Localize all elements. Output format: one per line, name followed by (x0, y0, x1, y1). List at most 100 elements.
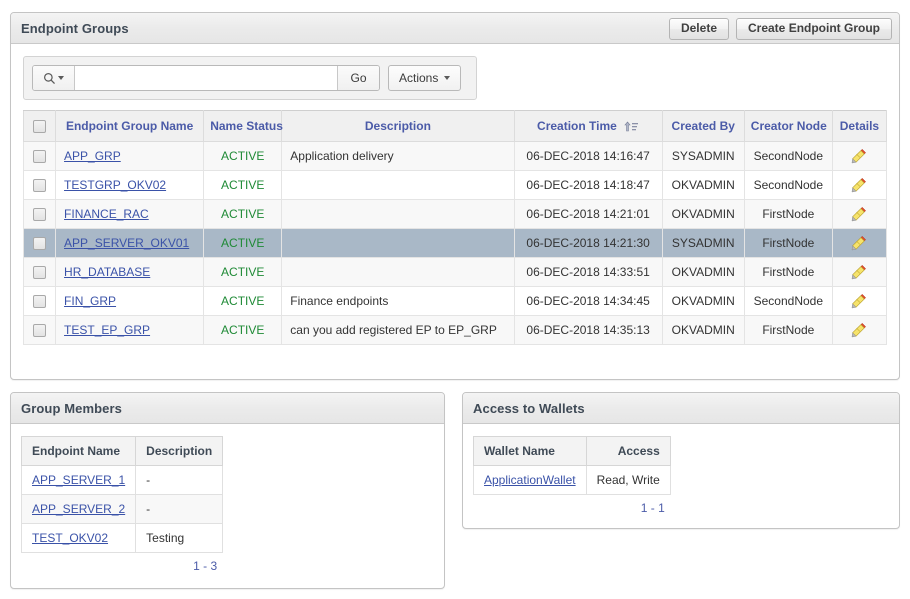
cell-creator-node: SecondNode (744, 171, 832, 200)
table-row[interactable]: APP_SERVER_1- (22, 466, 223, 495)
row-checkbox[interactable] (33, 295, 46, 308)
cell-description (282, 258, 514, 287)
status-badge: ACTIVE (221, 207, 264, 221)
cell-name-status: ACTIVE (204, 316, 282, 345)
pencil-edit-icon[interactable] (851, 293, 867, 309)
endpoint-link[interactable]: APP_SERVER_1 (32, 473, 125, 487)
endpoint-group-link[interactable]: APP_SERVER_OKV01 (64, 236, 189, 250)
search-toolbar: Go Actions (23, 56, 477, 100)
column-header-creator-node[interactable]: Creator Node (744, 111, 832, 142)
search-icon-dropdown[interactable] (33, 66, 75, 90)
endpoint-group-link[interactable]: HR_DATABASE (64, 265, 150, 279)
pencil-edit-icon[interactable] (851, 264, 867, 280)
cell-creation-time: 06-DEC-2018 14:18:47 (514, 171, 662, 200)
pencil-edit-icon[interactable] (851, 322, 867, 338)
endpoint-group-link[interactable]: FINANCE_RAC (64, 207, 149, 221)
row-select-cell (24, 200, 56, 229)
row-checkbox[interactable] (33, 237, 46, 250)
pencil-edit-icon[interactable] (851, 148, 867, 164)
cell-details (832, 171, 886, 200)
access-to-wallets-table: Wallet Name Access ApplicationWalletRead… (473, 436, 671, 495)
table-row[interactable]: TEST_OKV02 Testing (22, 524, 223, 553)
pencil-edit-icon[interactable] (851, 177, 867, 193)
table-row[interactable]: HR_DATABASEACTIVE06-DEC-2018 14:33:51OKV… (24, 258, 887, 287)
endpoint-link[interactable]: APP_SERVER_2 (32, 502, 125, 516)
access-to-wallets-pager: 1 - 1 (473, 495, 671, 515)
row-checkbox[interactable] (33, 324, 46, 337)
column-header-details[interactable]: Details (832, 111, 886, 142)
cell-endpoint-name: APP_SERVER_1 (22, 466, 136, 495)
cell-creator-node: SecondNode (744, 142, 832, 171)
row-select-cell (24, 258, 56, 287)
cell-endpoint-group-name: TESTGRP_OKV02 (56, 171, 204, 200)
cell-description: - (136, 495, 223, 524)
cell-endpoint-group-name: TEST_EP_GRP (56, 316, 204, 345)
table-row[interactable]: APP_SERVER_OKV01ACTIVE06-DEC-2018 14:21:… (24, 229, 887, 258)
table-row[interactable]: TEST_EP_GRP ACTIVEcan you add registered … (24, 316, 887, 345)
status-badge: ACTIVE (221, 265, 264, 279)
cell-description (282, 171, 514, 200)
table-row[interactable]: APP_SERVER_2- (22, 495, 223, 524)
table-row[interactable]: FINANCE_RACACTIVE06-DEC-2018 14:21:01OKV… (24, 200, 887, 229)
endpoint-link[interactable]: TEST_OKV02 (32, 531, 108, 545)
search-control: Go (32, 65, 380, 91)
column-header-endpoint-group-name[interactable]: Endpoint Group Name (56, 111, 204, 142)
row-checkbox[interactable] (33, 150, 46, 163)
column-header-description[interactable]: Description (136, 437, 223, 466)
access-to-wallets-table-wrap: Wallet Name Access ApplicationWalletRead… (473, 436, 671, 515)
actions-button-label: Actions (399, 71, 438, 85)
column-header-name-status[interactable]: Name Status (204, 111, 282, 142)
column-header-creation-time[interactable]: Creation Time (514, 111, 662, 142)
row-checkbox[interactable] (33, 208, 46, 221)
access-to-wallets-panel: Access to Wallets Wallet Name Access App… (462, 392, 900, 529)
endpoint-group-link[interactable]: APP_GRP (64, 149, 121, 163)
table-row[interactable]: ApplicationWalletRead, Write (474, 466, 671, 495)
row-select-cell (24, 316, 56, 345)
column-header-description[interactable]: Description (282, 111, 514, 142)
column-header-wallet-name[interactable]: Wallet Name (474, 437, 587, 466)
pencil-edit-icon[interactable] (851, 206, 867, 222)
status-badge: ACTIVE (221, 236, 264, 250)
select-all-checkbox[interactable] (33, 120, 46, 133)
cell-description: can you add registered EP to EP_GRP (282, 316, 514, 345)
table-header-row: Endpoint Group Name Name Status Descript… (24, 111, 887, 142)
table-header-row: Endpoint Name Description (22, 437, 223, 466)
actions-button[interactable]: Actions (388, 65, 461, 91)
endpoint-group-link[interactable]: TESTGRP_OKV02 (64, 178, 166, 192)
cell-creation-time: 06-DEC-2018 14:21:01 (514, 200, 662, 229)
cell-endpoint-group-name: FINANCE_RAC (56, 200, 204, 229)
column-header-endpoint-name[interactable]: Endpoint Name (22, 437, 136, 466)
column-header-created-by[interactable]: Created By (662, 111, 744, 142)
delete-button[interactable]: Delete (669, 18, 729, 40)
go-button[interactable]: Go (337, 66, 379, 90)
cell-description: Testing (136, 524, 223, 553)
column-header-access[interactable]: Access (586, 437, 670, 466)
cell-details (832, 229, 886, 258)
column-header-creation-time-label: Creation Time (537, 119, 617, 133)
create-endpoint-group-button[interactable]: Create Endpoint Group (736, 18, 892, 40)
pencil-edit-icon[interactable] (851, 235, 867, 251)
cell-details (832, 258, 886, 287)
endpoint-groups-panel-header: Endpoint Groups Delete Create Endpoint G… (11, 13, 899, 44)
wallet-link[interactable]: ApplicationWallet (484, 473, 576, 487)
panel-actions: Delete Create Endpoint Group (669, 18, 892, 40)
table-row[interactable]: APP_GRPACTIVEApplication delivery06-DEC-… (24, 142, 887, 171)
row-select-cell (24, 229, 56, 258)
cell-name-status: ACTIVE (204, 287, 282, 316)
endpoint-group-link[interactable]: TEST_EP_GRP (64, 323, 150, 337)
row-checkbox[interactable] (33, 179, 46, 192)
page-title: Endpoint Groups (21, 21, 129, 36)
table-row[interactable]: TESTGRP_OKV02ACTIVE06-DEC-2018 14:18:47O… (24, 171, 887, 200)
cell-creator-node: FirstNode (744, 316, 832, 345)
cell-name-status: ACTIVE (204, 258, 282, 287)
endpoint-group-link[interactable]: FIN_GRP (64, 294, 116, 308)
table-row[interactable]: FIN_GRPACTIVEFinance endpoints06-DEC-201… (24, 287, 887, 316)
cell-creation-time: 06-DEC-2018 14:35:13 (514, 316, 662, 345)
cell-name-status: ACTIVE (204, 142, 282, 171)
group-members-table-wrap: Endpoint Name Description APP_SERVER_1-A… (21, 436, 223, 573)
endpoint-groups-table-body: APP_GRPACTIVEApplication delivery06-DEC-… (24, 142, 887, 345)
cell-description (282, 229, 514, 258)
cell-creator-node: FirstNode (744, 258, 832, 287)
search-input[interactable] (75, 66, 337, 90)
row-checkbox[interactable] (33, 266, 46, 279)
